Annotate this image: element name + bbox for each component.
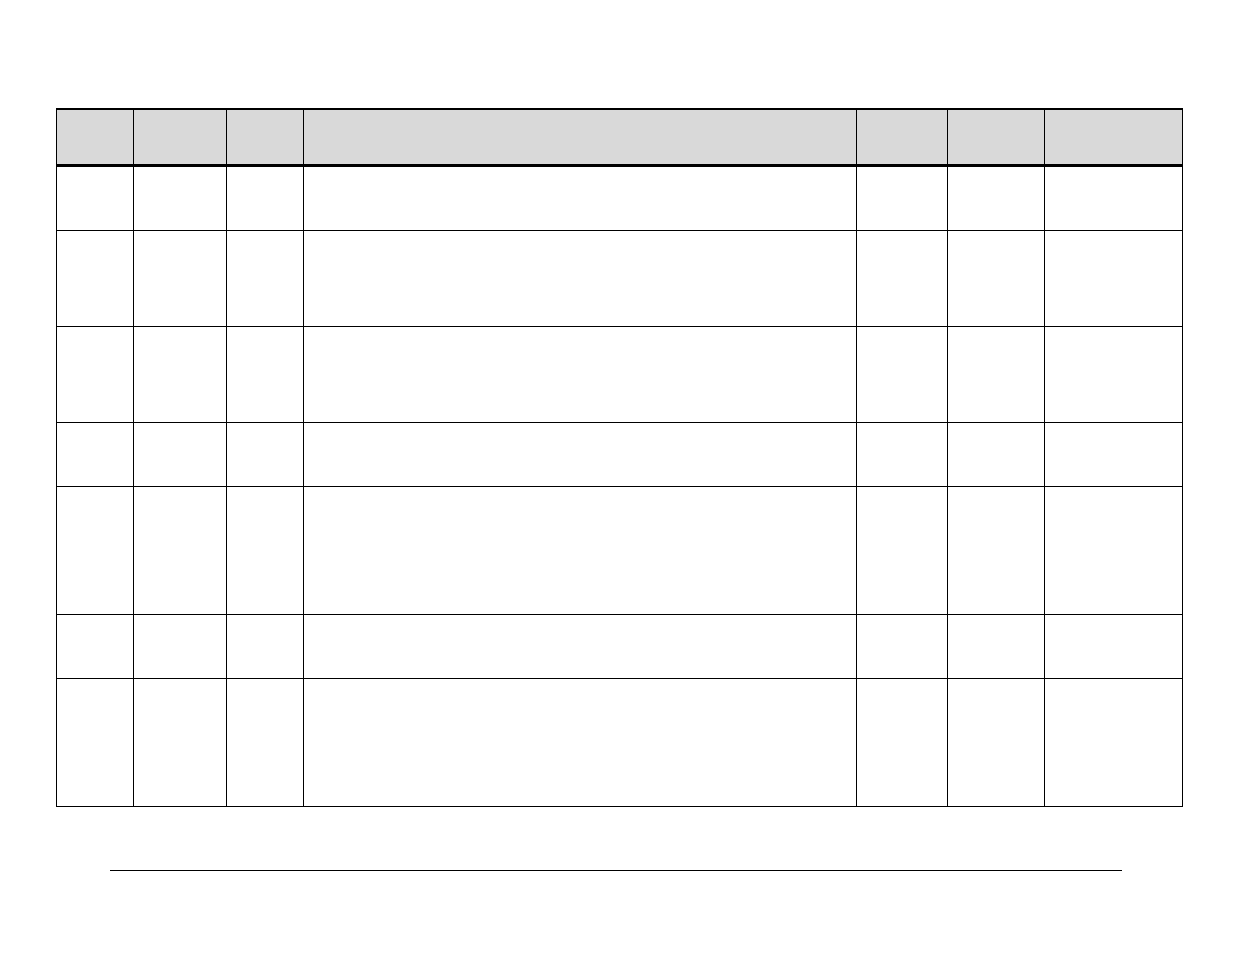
cell bbox=[857, 327, 948, 423]
col-header-4 bbox=[304, 109, 857, 165]
cell bbox=[1045, 487, 1183, 615]
cell bbox=[304, 327, 857, 423]
cell bbox=[857, 231, 948, 327]
footer-separator bbox=[110, 870, 1122, 871]
cell bbox=[857, 423, 948, 487]
cell bbox=[948, 231, 1045, 327]
col-header-1 bbox=[57, 109, 134, 165]
cell bbox=[227, 615, 304, 679]
cell bbox=[227, 231, 304, 327]
cell bbox=[57, 231, 134, 327]
col-header-6 bbox=[948, 109, 1045, 165]
cell bbox=[948, 167, 1045, 231]
table-row bbox=[57, 327, 1183, 423]
cell bbox=[304, 679, 857, 807]
table-row bbox=[57, 487, 1183, 615]
cell bbox=[948, 615, 1045, 679]
cell bbox=[227, 423, 304, 487]
cell bbox=[227, 327, 304, 423]
cell bbox=[134, 231, 227, 327]
cell bbox=[857, 679, 948, 807]
cell bbox=[857, 487, 948, 615]
col-header-7 bbox=[1045, 109, 1183, 165]
cell bbox=[1045, 679, 1183, 807]
cell bbox=[134, 679, 227, 807]
cell bbox=[57, 167, 134, 231]
cell bbox=[304, 167, 857, 231]
cell bbox=[227, 679, 304, 807]
page bbox=[56, 108, 1182, 807]
cell bbox=[857, 167, 948, 231]
col-header-2 bbox=[134, 109, 227, 165]
data-table bbox=[56, 108, 1183, 807]
cell bbox=[304, 615, 857, 679]
cell bbox=[948, 327, 1045, 423]
cell bbox=[57, 679, 134, 807]
table-row bbox=[57, 231, 1183, 327]
table-row bbox=[57, 167, 1183, 231]
cell bbox=[134, 327, 227, 423]
cell bbox=[134, 615, 227, 679]
table-row bbox=[57, 423, 1183, 487]
cell bbox=[948, 679, 1045, 807]
cell bbox=[1045, 167, 1183, 231]
col-header-5 bbox=[857, 109, 948, 165]
cell bbox=[304, 423, 857, 487]
cell bbox=[948, 487, 1045, 615]
cell bbox=[57, 487, 134, 615]
cell bbox=[57, 423, 134, 487]
cell bbox=[1045, 615, 1183, 679]
table-row bbox=[57, 615, 1183, 679]
cell bbox=[57, 327, 134, 423]
cell bbox=[857, 615, 948, 679]
cell bbox=[134, 167, 227, 231]
cell bbox=[304, 487, 857, 615]
cell bbox=[57, 615, 134, 679]
col-header-3 bbox=[227, 109, 304, 165]
cell bbox=[134, 423, 227, 487]
cell bbox=[304, 231, 857, 327]
cell bbox=[227, 167, 304, 231]
cell bbox=[948, 423, 1045, 487]
table-row bbox=[57, 679, 1183, 807]
cell bbox=[134, 487, 227, 615]
table-header-row bbox=[57, 109, 1183, 165]
cell bbox=[1045, 327, 1183, 423]
cell bbox=[1045, 231, 1183, 327]
cell bbox=[1045, 423, 1183, 487]
cell bbox=[227, 487, 304, 615]
